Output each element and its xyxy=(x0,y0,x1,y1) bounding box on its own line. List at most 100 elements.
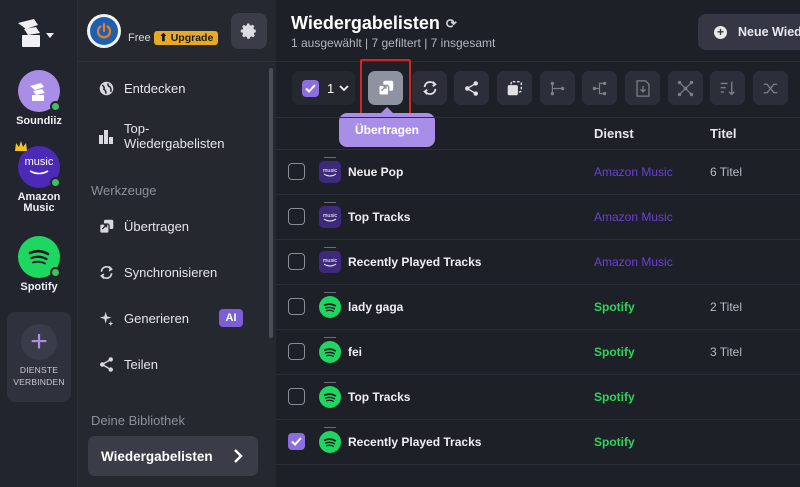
nav-item-synchronisieren[interactable]: Synchronisieren xyxy=(96,262,217,282)
playlist-name[interactable]: fei xyxy=(348,345,362,359)
table-row[interactable]: fei Spotify 3 Titel xyxy=(276,330,800,375)
row-checkbox[interactable] xyxy=(288,298,305,315)
row-checkbox[interactable] xyxy=(288,343,305,360)
page-title: Wiedergabelisten ⟳ xyxy=(291,13,457,34)
connected-dot xyxy=(50,267,61,278)
sort-icon xyxy=(720,81,735,95)
nav-panel: Free ⬆ Upgrade Entdecken Top-Wiedergabel… xyxy=(78,0,276,487)
nav-scrollbar[interactable] xyxy=(269,68,273,338)
sparkle-icon xyxy=(96,308,116,328)
spotify-icon xyxy=(319,337,341,363)
playlist-service: Amazon Music xyxy=(594,210,673,224)
nav-item-label: Teilen xyxy=(124,356,158,372)
nav-item-wiedergabelisten[interactable]: Wiedergabelisten xyxy=(88,436,258,476)
plan-label: Free xyxy=(128,32,151,44)
row-checkbox-checked[interactable] xyxy=(288,433,305,450)
playlist-name[interactable]: Neue Pop xyxy=(348,165,403,179)
select-all-dropdown[interactable]: 1 xyxy=(292,71,355,105)
share-icon xyxy=(96,354,116,374)
sort-button[interactable] xyxy=(710,71,745,105)
connected-dot xyxy=(50,177,61,188)
duplicate-button[interactable] xyxy=(497,71,532,105)
amazon-music-icon: music xyxy=(319,157,341,183)
shuffle-icon xyxy=(763,83,778,93)
playlist-service: Spotify xyxy=(594,345,635,359)
nav-item-top-wiedergabelisten[interactable]: Top-Wiedergabelisten xyxy=(96,121,234,151)
nav-header: Free ⬆ Upgrade xyxy=(78,0,276,62)
table-row[interactable]: lady gaga Spotify 2 Titel xyxy=(276,285,800,330)
table-row[interactable]: music Neue Pop Amazon Music 6 Titel xyxy=(276,150,800,195)
spotify-icon xyxy=(319,427,341,453)
playlist-name[interactable]: Recently Played Tracks xyxy=(348,255,481,269)
connect-services-button[interactable]: + DIENSTE VERBINDEN xyxy=(7,312,71,402)
chevron-right-icon xyxy=(234,449,243,463)
sync-icon xyxy=(96,262,116,282)
rail-service-amazon-music[interactable]: music Amazon Music xyxy=(0,141,78,214)
nav-item-label: Top-Wiedergabelisten xyxy=(124,121,225,151)
nav-item-teilen[interactable]: Teilen xyxy=(96,354,158,374)
shuffle-merge-button[interactable] xyxy=(668,71,703,105)
split-button[interactable] xyxy=(582,71,617,105)
power-icon xyxy=(96,22,112,39)
connect-services-label-1: DIENSTE xyxy=(19,365,59,375)
table-header: Dienst Titel xyxy=(276,117,800,150)
amazon-music-icon: music xyxy=(24,156,54,168)
row-checkbox[interactable] xyxy=(288,253,305,270)
playlist-name[interactable]: Recently Played Tracks xyxy=(348,435,481,449)
playlist-name[interactable]: lady gaga xyxy=(348,300,403,314)
table-row[interactable]: music Recently Played Tracks Amazon Music xyxy=(276,240,800,285)
rail-service-label: Spotify xyxy=(20,281,58,293)
soundiiz-logo[interactable] xyxy=(14,12,64,52)
playlist-name[interactable]: Top Tracks xyxy=(348,390,410,404)
merge-icon xyxy=(550,81,565,95)
check-icon xyxy=(291,437,302,446)
playlist-track-count: 6 Titel xyxy=(710,165,743,179)
bar-chart-icon xyxy=(96,126,116,146)
refresh-icon[interactable]: ⟳ xyxy=(446,16,457,32)
table-row[interactable]: Recently Played Tracks Spotify xyxy=(276,420,800,465)
section-label-tools: Werkzeuge xyxy=(91,183,157,198)
rail-service-soundiiz[interactable]: Soundiiz xyxy=(0,70,78,127)
table-row[interactable]: music Top Tracks Amazon Music xyxy=(276,195,800,240)
connect-services-label-2: VERBINDEN xyxy=(13,377,65,387)
column-header-dienst[interactable]: Dienst xyxy=(594,126,634,141)
soundiiz-icon xyxy=(30,83,45,101)
rail-service-label: Soundiiz xyxy=(16,115,62,127)
merge-button[interactable] xyxy=(540,71,575,105)
sync-button[interactable] xyxy=(412,71,447,105)
sync-icon xyxy=(422,81,437,95)
row-checkbox[interactable] xyxy=(288,163,305,180)
transfer-icon xyxy=(96,216,116,236)
playlist-service: Amazon Music xyxy=(594,255,673,269)
copy-icon xyxy=(507,80,522,95)
nav-item-label: Übertragen xyxy=(124,218,190,234)
column-header-titel[interactable]: Titel xyxy=(710,126,737,141)
nav-item-entdecken[interactable]: Entdecken xyxy=(96,78,185,98)
playlist-name[interactable]: Top Tracks xyxy=(348,210,410,224)
settings-button[interactable] xyxy=(231,13,267,49)
playlist-service: Spotify xyxy=(594,300,635,314)
new-playlist-label: Neue Wied xyxy=(738,25,800,39)
amazon-music-icon: music xyxy=(319,202,341,228)
nav-item-uebertragen[interactable]: Übertragen xyxy=(96,216,189,236)
gear-icon xyxy=(240,23,256,39)
checkbox-checked-icon xyxy=(302,79,319,97)
share-button[interactable] xyxy=(454,71,489,105)
ai-badge: AI xyxy=(219,309,243,327)
playlist-track-count: 3 Titel xyxy=(710,345,743,359)
nav-item-generieren[interactable]: Generieren xyxy=(96,308,189,328)
shuffle-button[interactable] xyxy=(753,71,788,105)
avatar[interactable] xyxy=(87,14,121,48)
row-checkbox[interactable] xyxy=(288,208,305,225)
plus-icon: + xyxy=(21,324,57,360)
new-playlist-button[interactable]: + Neue Wied xyxy=(698,14,800,50)
upgrade-button[interactable]: ⬆ Upgrade xyxy=(154,31,219,45)
row-checkbox[interactable] xyxy=(288,388,305,405)
amazon-music-icon: music xyxy=(319,247,341,273)
playlist-track-count: 2 Titel xyxy=(710,300,743,314)
table-row[interactable]: Top Tracks Spotify xyxy=(276,375,800,420)
rail-service-spotify[interactable]: Spotify xyxy=(0,236,78,293)
export-button[interactable] xyxy=(625,71,660,105)
divider xyxy=(276,61,800,62)
spotify-icon xyxy=(319,292,341,318)
